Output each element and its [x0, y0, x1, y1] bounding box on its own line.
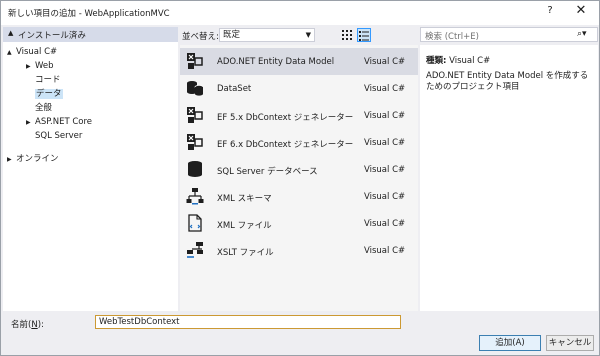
dbcontext-generator-icon	[187, 134, 203, 150]
details-pane: 種類: Visual C# ADO.NET Entity Data Model …	[420, 45, 598, 311]
template-item-xslt-file[interactable]: XSLT ファイル Visual C#	[180, 237, 418, 264]
list-view-icon	[359, 31, 369, 41]
dialog-title: 新しい項目の追加 - WebApplicationMVC	[8, 9, 170, 19]
type-label: 種類:	[426, 56, 447, 66]
type-line: 種類: Visual C#	[426, 54, 490, 66]
tree-item-label: Visual C#	[16, 47, 58, 57]
template-language: Visual C#	[364, 138, 406, 148]
template-name: ADO.NET Entity Data Model	[217, 57, 335, 67]
sort-dropdown-value: 既定	[223, 30, 241, 40]
online-header-label: オンライン	[16, 154, 59, 164]
add-new-item-dialog: 新しい項目の追加 - WebApplicationMVC ? ✕ ▲ インストー…	[0, 0, 600, 356]
tree-item-sql-server[interactable]: SQL Server	[35, 130, 82, 143]
name-label-suffix: ):	[37, 320, 44, 330]
template-language: Visual C#	[364, 246, 406, 256]
template-item-dataset[interactable]: DataSet Visual C#	[180, 75, 418, 102]
installed-header-label: インストール済み	[18, 31, 86, 41]
tree-item-code[interactable]: コード	[35, 74, 61, 87]
template-name: XML ファイル	[217, 221, 272, 231]
tree-item-label: ASP.NET Core	[35, 117, 93, 127]
template-description: ADO.NET Entity Data Model を作成するためのプロジェクト…	[426, 71, 589, 92]
tree-item-web[interactable]: ▶ Web	[26, 60, 54, 73]
template-language: Visual C#	[364, 57, 406, 67]
name-field[interactable]	[95, 315, 401, 329]
sql-database-icon	[188, 161, 202, 177]
chevron-down-icon: ▼	[305, 31, 311, 39]
category-tree: ▲ Visual C# ▶ Web コード データ 全般 ▶ ASP.NET Core…	[3, 42, 178, 311]
tree-item-aspnet-core[interactable]: ▶ ASP.NET Core	[26, 116, 92, 129]
template-list: ADO.NET Entity Data Model Visual C# Data…	[180, 45, 418, 311]
template-item-ado-net-entity-data-model[interactable]: ADO.NET Entity Data Model Visual C#	[180, 48, 418, 75]
template-language: Visual C#	[364, 165, 406, 175]
dbcontext-generator-icon	[187, 107, 203, 123]
search-input[interactable]: 検索 (Ctrl+E) ⌕▾	[420, 27, 598, 42]
tree-item-label: コード	[35, 75, 61, 85]
search-placeholder: 検索 (Ctrl+E)	[425, 32, 479, 42]
collapse-arrow-icon: ▲	[8, 29, 14, 37]
template-language: Visual C#	[364, 84, 406, 94]
name-label-prefix: 名前(	[11, 320, 32, 330]
template-item-ef6-dbcontext-generator[interactable]: EF 6.x DbContext ジェネレーター Visual C#	[180, 129, 418, 156]
template-language: Visual C#	[364, 111, 406, 121]
entity-model-icon	[187, 53, 203, 69]
template-name: EF 5.x DbContext ジェネレーター	[217, 113, 354, 123]
expanded-triangle-icon[interactable]: ▲	[7, 46, 16, 59]
sort-toolbar: 並べ替え: 既定 ▼	[180, 27, 418, 43]
tree-item-data[interactable]: データ	[35, 88, 63, 101]
template-item-ef5-dbcontext-generator[interactable]: EF 5.x DbContext ジェネレーター Visual C#	[180, 102, 418, 129]
cancel-button[interactable]: キャンセル	[546, 335, 594, 351]
collapsed-triangle-icon[interactable]: ▶	[26, 116, 35, 129]
close-button[interactable]: ✕	[573, 3, 589, 18]
template-item-xml-file[interactable]: XML ファイル Visual C#	[180, 210, 418, 237]
collapsed-triangle-icon[interactable]: ▶	[7, 153, 16, 166]
title-bar: 新しい項目の追加 - WebApplicationMVC ? ✕	[1, 1, 599, 25]
tree-item-label: SQL Server	[35, 131, 83, 141]
search-icon[interactable]: ⌕▾	[577, 29, 587, 39]
sort-dropdown[interactable]: 既定 ▼	[219, 28, 315, 42]
name-label: 名前(N):	[11, 318, 44, 330]
database-icon	[187, 81, 204, 96]
installed-header[interactable]: ▲ インストール済み	[3, 27, 178, 42]
category-pane: ▲ インストール済み ▲ Visual C# ▶ Web コード データ 全般 ▶ A…	[3, 27, 178, 311]
xml-file-icon	[188, 214, 202, 232]
template-language: Visual C#	[364, 192, 406, 202]
grid-view-icon	[342, 30, 352, 40]
sort-label: 並べ替え:	[182, 32, 219, 42]
online-header[interactable]: ▶ オンライン	[7, 153, 59, 166]
help-button[interactable]: ?	[543, 5, 557, 16]
template-name: SQL Server データベース	[217, 167, 318, 177]
collapsed-triangle-icon[interactable]: ▶	[26, 60, 35, 73]
template-language: Visual C#	[364, 219, 406, 229]
tree-item-general[interactable]: 全般	[35, 102, 52, 115]
template-name: XSLT ファイル	[217, 248, 274, 258]
template-name: EF 6.x DbContext ジェネレーター	[217, 140, 354, 150]
add-button[interactable]: 追加(A)	[479, 335, 541, 351]
list-view-button[interactable]	[357, 28, 371, 42]
template-item-sql-server-database[interactable]: SQL Server データベース Visual C#	[180, 156, 418, 183]
tree-item-label: Web	[35, 61, 54, 71]
bottom-bar: 名前(N): 追加(A) キャンセル	[1, 311, 599, 355]
tree-item-visual-csharp[interactable]: ▲ Visual C#	[7, 46, 57, 59]
grid-view-button[interactable]	[340, 28, 354, 42]
tree-item-label: 全般	[35, 103, 53, 113]
template-name: XML スキーマ	[217, 194, 272, 204]
template-name: DataSet	[217, 84, 252, 94]
xslt-file-icon	[187, 242, 203, 258]
tree-item-label: データ	[35, 89, 63, 99]
xml-schema-icon	[186, 188, 204, 205]
template-item-xml-schema[interactable]: XML スキーマ Visual C#	[180, 183, 418, 210]
type-value: Visual C#	[449, 56, 491, 66]
